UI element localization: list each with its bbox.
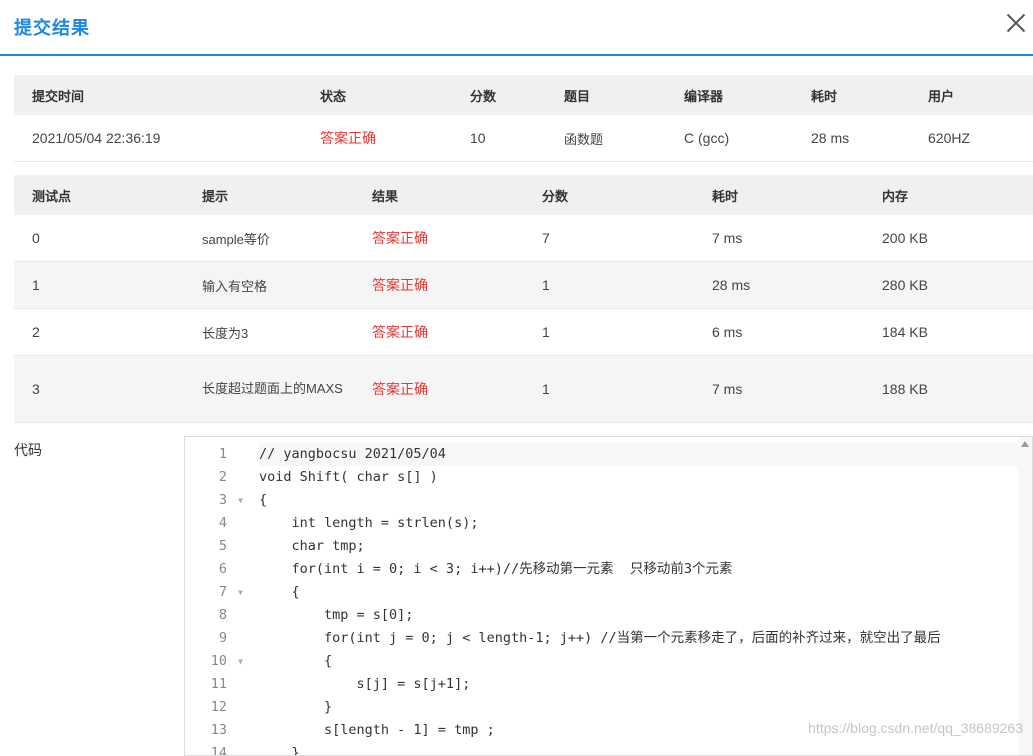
code-line: { — [259, 492, 268, 508]
header-memory: 内存 — [864, 175, 1033, 215]
code-line: } — [259, 745, 300, 756]
code-line: for(int j = 0; j < length-1; j++) //当第一个… — [259, 630, 941, 646]
user-name[interactable]: 620HZ — [910, 115, 1033, 162]
case-memory: 184 KB — [864, 308, 1033, 356]
header-case-id: 测试点 — [14, 175, 184, 215]
case-hint-text: 长度超过题面上的MAXS — [202, 381, 343, 396]
header-submit-time: 提交时间 — [14, 75, 302, 115]
header-compiler: 编译器 — [666, 75, 793, 115]
header-case-time: 耗时 — [694, 175, 864, 215]
header-score: 分数 — [452, 75, 546, 115]
case-memory: 280 KB — [864, 261, 1033, 309]
header-user: 用户 — [910, 75, 1033, 115]
case-score: 1 — [524, 355, 694, 423]
header-result: 结果 — [354, 175, 524, 215]
elapsed-value: 28 ms — [793, 115, 910, 162]
line-number: 5 — [218, 538, 227, 554]
line-number: 4 — [218, 515, 227, 531]
cases-header-row: 测试点 提示 结果 分数 耗时 内存 — [14, 175, 1033, 215]
line-number: 8 — [218, 607, 227, 623]
case-result: 答案正确 — [354, 308, 524, 356]
case-id: 2 — [14, 308, 184, 356]
case-memory: 188 KB — [864, 355, 1033, 423]
table-row: 3 长度超过题面上的MAXS 答案正确 1 7 ms 188 KB — [14, 355, 1033, 423]
dialog-header: 提交结果 — [0, 0, 1033, 56]
submission-summary-table: 提交时间 状态 分数 题目 编译器 耗时 用户 2021/05/04 22:36… — [14, 75, 1033, 162]
score-value: 10 — [452, 115, 546, 162]
code-line: { — [259, 653, 333, 669]
header-elapsed: 耗时 — [793, 75, 910, 115]
case-hint: 长度为3 — [184, 308, 354, 356]
line-number: 3 ▼ — [185, 489, 245, 512]
table-row: 1 输入有空格 答案正确 1 28 ms 280 KB — [14, 261, 1033, 309]
case-id: 3 — [14, 355, 184, 423]
code-line: // yangbocsu 2021/05/04 — [259, 443, 1018, 466]
line-number-gutter: 1 2 3 ▼ 4 5 6 7 ▼ 8 9 10 ▼ 11 12 13 14 — [185, 443, 245, 756]
summary-row: 2021/05/04 22:36:19 答案正确 10 函数题 C (gcc) … — [14, 115, 1033, 162]
case-id: 1 — [14, 261, 184, 309]
line-number: 7 ▼ — [185, 581, 245, 604]
watermark-url: https://blog.csdn.net/qq_38689263 — [808, 720, 1023, 736]
case-score: 7 — [524, 215, 694, 262]
line-number: 6 — [218, 561, 227, 577]
case-time: 7 ms — [694, 355, 864, 423]
table-row: 2 长度为3 答案正确 1 6 ms 184 KB — [14, 308, 1033, 356]
code-line: { — [259, 584, 300, 600]
submit-time: 2021/05/04 22:36:19 — [14, 115, 302, 162]
case-result: 答案正确 — [354, 261, 524, 309]
header-hint: 提示 — [184, 175, 354, 215]
dialog-title: 提交结果 — [14, 18, 90, 38]
case-time: 28 ms — [694, 261, 864, 309]
code-line: char tmp; — [259, 538, 365, 554]
code-line: void Shift( char s[] ) — [259, 469, 438, 485]
line-number: 12 — [210, 699, 227, 715]
summary-header-row: 提交时间 状态 分数 题目 编译器 耗时 用户 — [14, 75, 1033, 115]
editor-scrollbar[interactable] — [1018, 437, 1032, 755]
case-result: 答案正确 — [354, 215, 524, 262]
code-line: int length = strlen(s); — [259, 515, 479, 531]
fold-arrow-icon[interactable]: ▼ — [238, 650, 243, 673]
case-score: 1 — [524, 308, 694, 356]
code-line: s[j] = s[j+1]; — [259, 676, 471, 692]
code-editor[interactable]: 1 2 3 ▼ 4 5 6 7 ▼ 8 9 10 ▼ 11 12 13 14 // y… — [184, 436, 1033, 756]
close-icon[interactable] — [1003, 10, 1029, 36]
line-number: 9 — [218, 630, 227, 646]
fold-arrow-icon[interactable]: ▼ — [238, 581, 243, 604]
code-line: } — [259, 699, 333, 715]
case-memory: 200 KB — [864, 215, 1033, 262]
line-number: 10 ▼ — [185, 650, 245, 673]
code-lines[interactable]: // yangbocsu 2021/05/04 void Shift( char… — [259, 443, 1018, 756]
line-number: 13 — [210, 722, 227, 738]
code-label: 代码 — [14, 442, 42, 458]
case-hint: sample等价 — [184, 215, 354, 262]
line-number: 14 — [210, 745, 227, 756]
line-number: 1 — [218, 446, 227, 462]
case-hint: 长度超过题面上的MAXS — [184, 355, 354, 423]
scroll-up-arrow-icon[interactable] — [1021, 441, 1029, 447]
status-text: 答案正确 — [302, 115, 452, 162]
fold-arrow-icon[interactable]: ▼ — [238, 489, 243, 512]
header-case-score: 分数 — [524, 175, 694, 215]
test-cases-table: 测试点 提示 结果 分数 耗时 内存 0 sample等价 答案正确 7 7 m… — [14, 175, 1033, 423]
compiler-value: C (gcc) — [666, 115, 793, 162]
case-id: 0 — [14, 215, 184, 262]
code-line: for(int i = 0; i < 3; i++)//先移动第一元素 只移动前… — [259, 561, 733, 577]
case-score: 1 — [524, 261, 694, 309]
case-result: 答案正确 — [354, 355, 524, 423]
case-time: 7 ms — [694, 215, 864, 262]
header-problem: 题目 — [546, 75, 666, 115]
line-number: 2 — [218, 469, 227, 485]
case-hint: 输入有空格 — [184, 261, 354, 309]
code-line: tmp = s[0]; — [259, 607, 414, 623]
line-number: 11 — [210, 676, 227, 692]
table-row: 0 sample等价 答案正确 7 7 ms 200 KB — [14, 215, 1033, 262]
problem-type[interactable]: 函数题 — [546, 115, 666, 162]
header-status: 状态 — [302, 75, 452, 115]
case-time: 6 ms — [694, 308, 864, 356]
